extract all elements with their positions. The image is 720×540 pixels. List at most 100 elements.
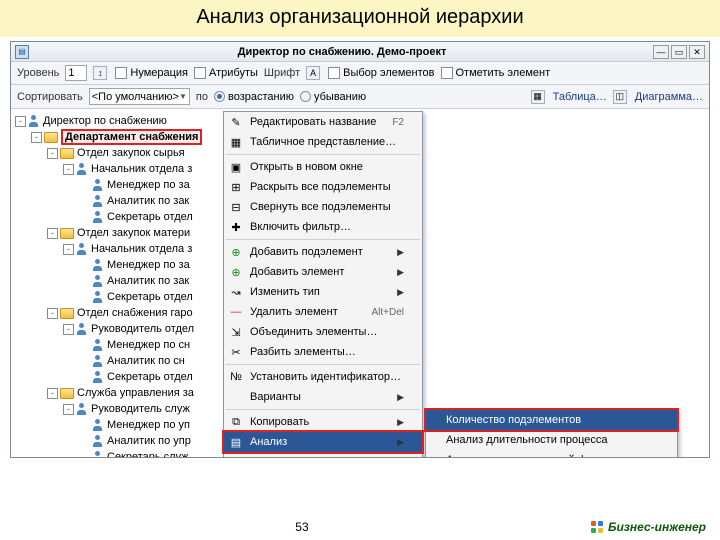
person-icon <box>92 371 104 383</box>
submenu-item[interactable]: Количество подэлементов <box>426 410 677 430</box>
menu-item[interactable]: ⊟ Свернуть все подэлементы <box>224 197 422 217</box>
diagram-icon[interactable]: ◫ <box>613 90 627 104</box>
minimize-button[interactable]: — <box>653 45 669 59</box>
menu-item-icon: ▤ <box>228 434 244 450</box>
app-icon: ▤ <box>15 45 29 59</box>
menu-item[interactable]: ☰ Сценарии▶ <box>224 452 422 457</box>
menu-item-label: Редактировать название <box>250 116 392 128</box>
table-button[interactable]: Таблица… <box>553 91 607 103</box>
tree-node-label: Начальник отдела з <box>91 243 192 255</box>
menu-item[interactable]: ▦Табличное представление… <box>224 132 422 152</box>
person-icon <box>76 323 88 335</box>
expand-toggle[interactable]: - <box>47 228 58 239</box>
menu-separator <box>226 154 420 155</box>
tree-node-label: Аналитик по сн <box>107 355 185 367</box>
person-icon <box>76 243 88 255</box>
menu-item[interactable]: —Удалить элементAlt+Del <box>224 302 422 322</box>
folder-icon <box>60 148 74 159</box>
person-icon <box>92 355 104 367</box>
menu-item-icon: ⊟ <box>228 199 244 215</box>
expand-toggle[interactable]: - <box>15 116 26 127</box>
menu-item-icon: ✎ <box>228 114 244 130</box>
close-button[interactable]: ✕ <box>689 45 705 59</box>
table-icon[interactable]: ▦ <box>531 90 545 104</box>
menu-item[interactable]: ⊕Добавить элемент▶ <box>224 262 422 282</box>
tree-node-label: Отдел закупок сырья <box>77 147 185 159</box>
window-title: Директор по снабжению. Демо-проект <box>33 46 651 58</box>
expand-toggle[interactable]: - <box>63 324 74 335</box>
sort-combo[interactable]: <По умолчанию>▼ <box>89 88 190 105</box>
menu-item[interactable]: ▣Открыть в новом окне <box>224 157 422 177</box>
expand-toggle[interactable]: - <box>47 388 58 399</box>
person-icon <box>92 179 104 191</box>
numbering-checkbox[interactable]: Нумерация <box>115 67 188 79</box>
menu-item-label: Добавить элемент <box>250 266 397 278</box>
expand-toggle[interactable]: - <box>63 164 74 175</box>
menu-item[interactable]: ▤Анализ▶ <box>224 432 422 452</box>
folder-icon <box>60 308 74 319</box>
menu-item[interactable]: №Установить идентификатор… <box>224 367 422 387</box>
menu-item-shortcut: F2 <box>392 117 404 128</box>
submenu-item[interactable]: Анализ организационной фрагментарности <box>426 450 677 457</box>
tree-view[interactable]: -Директор по снабжению-Департамент снабж… <box>11 109 709 457</box>
menu-item[interactable]: Варианты▶ <box>224 387 422 407</box>
menu-item-label: Копировать <box>250 416 397 428</box>
menu-item-icon: ⊕ <box>228 244 244 260</box>
menu-item-label: Сценарии <box>250 456 397 457</box>
slide-title: Анализ организационной иерархии <box>0 0 720 37</box>
menu-item-icon: ☰ <box>228 454 244 457</box>
submenu-arrow-icon: ▶ <box>397 437 404 448</box>
tree-node-label: Менеджер по за <box>107 179 190 191</box>
desc-radio[interactable]: убыванию <box>300 91 366 103</box>
menu-item-icon: ✚ <box>228 219 244 235</box>
menu-item[interactable]: ⊕Добавить подэлемент▶ <box>224 242 422 262</box>
by-label: по <box>196 91 208 103</box>
submenu-arrow-icon: ▶ <box>397 457 404 458</box>
submenu-arrow-icon: ▶ <box>397 417 404 428</box>
context-menu[interactable]: ✎ Редактировать названиеF2 ▦Табличное пред… <box>223 111 423 457</box>
tree-node-label: Менеджер по сн <box>107 339 190 351</box>
level-input[interactable] <box>65 65 87 81</box>
selection-checkbox[interactable]: Выбор элементов <box>328 67 434 79</box>
tree-node-label: Секретарь отдел <box>107 211 193 223</box>
level-label: Уровень <box>17 67 59 79</box>
submenu-item[interactable]: Анализ длительности процесса <box>426 430 677 450</box>
tree-node-label: Начальник отдела з <box>91 163 192 175</box>
menu-item[interactable]: ⧉Копировать▶ <box>224 412 422 432</box>
menu-item[interactable]: ⊞Раскрыть все подэлементы <box>224 177 422 197</box>
menu-item-icon: ⇲ <box>228 324 244 340</box>
person-icon <box>92 451 104 457</box>
tree-node-label: Секретарь служ <box>107 451 189 457</box>
asc-radio[interactable]: возрастанию <box>214 91 294 103</box>
menu-item-label: Варианты <box>250 391 397 403</box>
menu-item[interactable]: ✚Включить фильтр… <box>224 217 422 237</box>
expand-toggle[interactable]: - <box>47 148 58 159</box>
expand-toggle[interactable]: - <box>63 244 74 255</box>
menu-separator <box>226 239 420 240</box>
menu-item[interactable]: ↝Изменить тип▶ <box>224 282 422 302</box>
expand-toggle[interactable]: - <box>47 308 58 319</box>
person-icon <box>92 291 104 303</box>
attributes-checkbox[interactable]: Атрибуты <box>194 67 258 79</box>
maximize-button[interactable]: ▭ <box>671 45 687 59</box>
menu-item[interactable]: ✎ Редактировать названиеF2 <box>224 112 422 132</box>
expand-toggle[interactable]: - <box>63 404 74 415</box>
page-number: 53 <box>14 520 590 534</box>
analysis-submenu[interactable]: Количество подэлементовАнализ длительнос… <box>425 409 678 457</box>
brand: Бизнес-инженер <box>590 520 706 534</box>
tree-node-label: Аналитик по зак <box>107 275 189 287</box>
level-stepper-icon[interactable]: ↕ <box>93 66 107 80</box>
menu-item-label: Свернуть все подэлементы <box>250 201 404 213</box>
app-window: ▤ Директор по снабжению. Демо-проект — ▭… <box>10 41 710 458</box>
mark-checkbox[interactable]: Отметить элемент <box>441 67 551 79</box>
menu-item-label: Открыть в новом окне <box>250 161 404 173</box>
menu-item[interactable]: ✂Разбить элементы… <box>224 342 422 362</box>
menu-item[interactable]: ⇲Объединить элементы… <box>224 322 422 342</box>
menu-item-label: Разбить элементы… <box>250 346 404 358</box>
sort-label: Сортировать <box>17 91 83 103</box>
menu-item-icon <box>228 389 244 405</box>
font-button-icon[interactable]: A <box>306 66 320 80</box>
diagram-button[interactable]: Диаграмма… <box>635 91 703 103</box>
expand-toggle[interactable]: - <box>31 132 42 143</box>
person-icon <box>92 211 104 223</box>
